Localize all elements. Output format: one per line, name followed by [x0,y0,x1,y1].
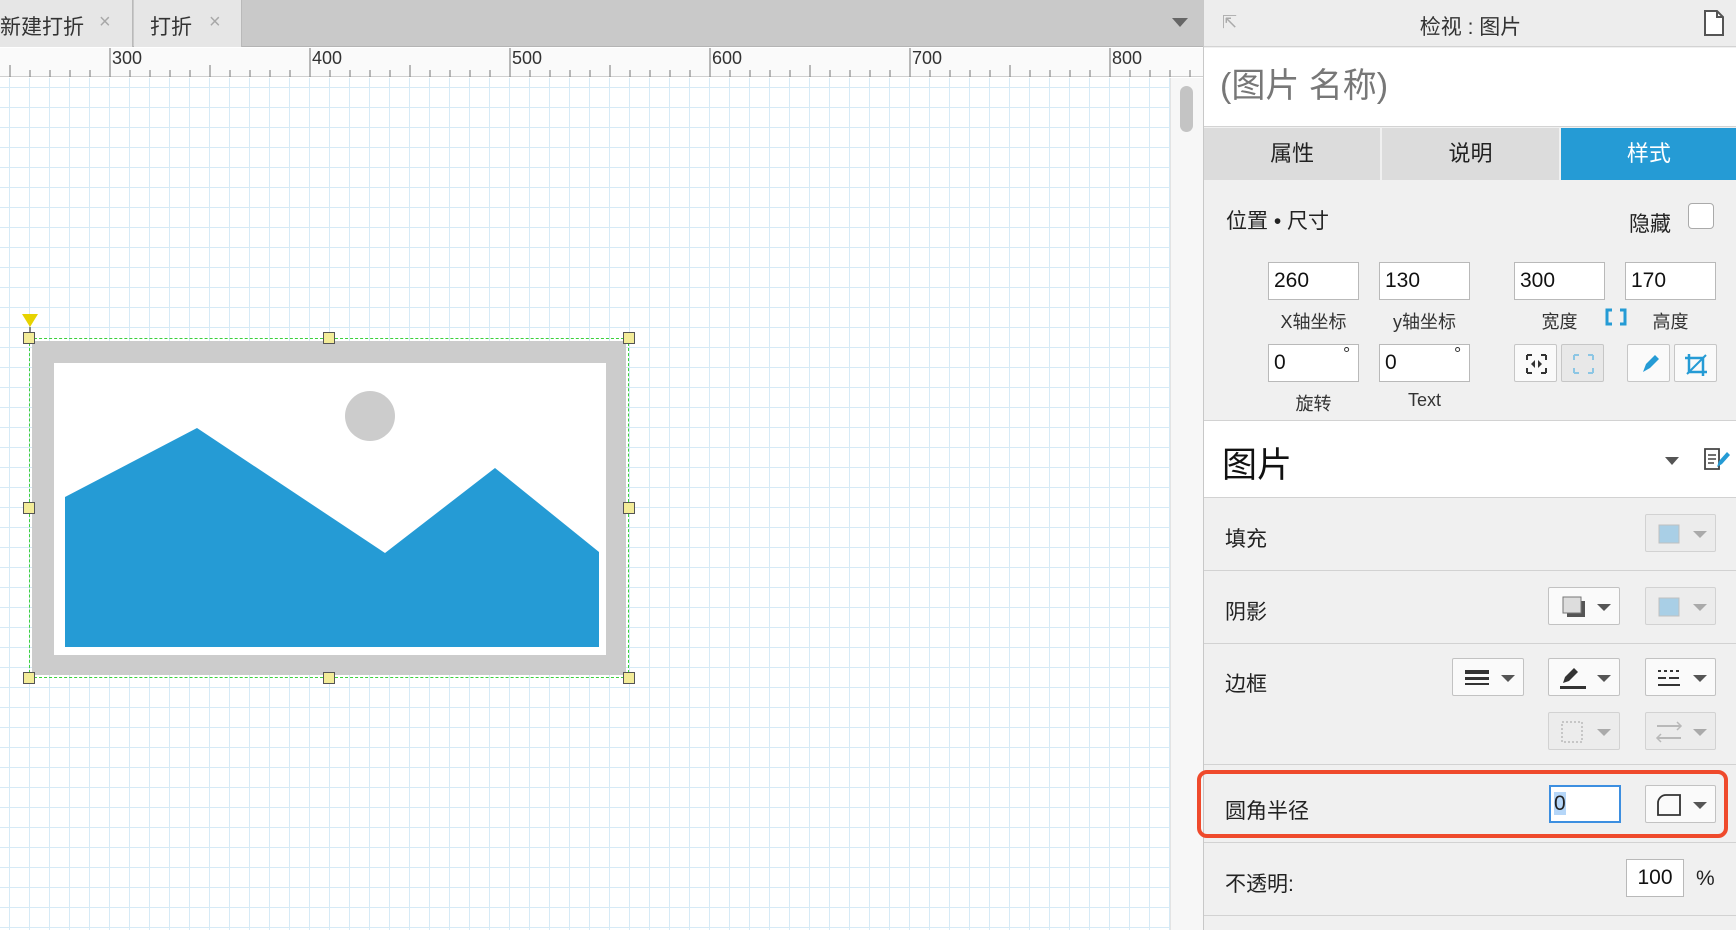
close-icon[interactable]: × [99,11,111,34]
chevron-down-icon[interactable] [1172,18,1188,27]
resize-handle-w[interactable] [23,502,35,514]
chevron-down-icon [1597,675,1611,682]
resize-handle-n[interactable] [323,332,335,344]
chevron-down-icon [1693,604,1707,611]
hidden-label: 隐藏 [1629,213,1671,236]
position-size-heading: 位置 • 尺寸 [1226,210,1330,233]
y-coordinate-input[interactable]: 130 [1379,262,1470,300]
chevron-down-icon [1597,604,1611,611]
chevron-down-icon [1693,729,1707,736]
mountain-image-icon [65,391,599,647]
resize-handle-nw[interactable] [23,332,35,344]
shadow-row: 阴影 [1204,571,1736,643]
fill-label: 填充 [1225,528,1267,551]
border-thickness-dropdown[interactable] [1452,658,1524,696]
outer-shadow-dropdown[interactable] [1548,587,1620,625]
pen-icon [1643,355,1659,372]
rotation-handle[interactable] [22,314,38,327]
close-icon[interactable]: × [209,11,221,34]
auto-fit-icon [1573,354,1594,374]
hidden-checkbox[interactable] [1688,203,1714,229]
chevron-down-icon [1693,675,1707,682]
resize-handle-e[interactable] [623,502,635,514]
crop-icon [1685,354,1707,376]
opacity-label: 不透明: [1225,873,1294,896]
tab-label: 打折 [150,16,192,39]
chevron-down-icon [1693,531,1707,538]
height-caption: 高度 [1652,312,1689,332]
image-widget[interactable] [29,338,629,678]
document-icon[interactable] [1703,10,1725,41]
opacity-row: 不透明: 100 % [1204,843,1736,915]
horizontal-ruler: 300 400 500 600 700 800 [0,48,1203,77]
chevron-down-icon [1597,729,1611,736]
width-caption: 宽度 [1541,312,1578,332]
sun-shape [345,391,395,441]
tab-page-2[interactable]: 打折 × [134,0,242,47]
fit-to-content-button[interactable] [1514,344,1557,382]
edit-style-icon[interactable] [1703,446,1731,477]
ruler-label: 300 [112,48,143,68]
ruler-label: 600 [712,48,743,68]
chevron-down-icon[interactable] [1665,457,1679,465]
x-coordinate-input[interactable]: 260 [1268,262,1359,300]
resize-handle-sw[interactable] [23,672,35,684]
edit-image-button[interactable] [1627,344,1670,382]
widget-name-input[interactable] [1220,64,1720,108]
divider [1204,915,1736,916]
crop-button[interactable] [1674,344,1717,382]
resize-handle-se[interactable] [623,672,635,684]
auto-fit-button[interactable] [1561,344,1604,382]
chevron-down-icon [1501,675,1515,682]
scrollbar-thumb[interactable] [1180,86,1193,132]
degree-unit: ° [1454,344,1462,364]
border-row: 边框 [1204,644,1736,764]
tab-page-1[interactable]: 新建打折 × [0,0,133,47]
image-placeholder-frame [32,341,626,675]
inner-shadow-dropdown[interactable] [1645,587,1716,625]
resize-handle-ne[interactable] [623,332,635,344]
ruler-label: 500 [512,48,543,68]
text-rotation-caption: Text [1407,390,1441,410]
ruler-ticks [9,48,1191,77]
ruler-label: 400 [312,48,343,68]
resize-handle-s[interactable] [323,672,335,684]
width-input[interactable]: 300 [1514,262,1605,300]
percent-unit: % [1696,867,1715,890]
image-placeholder [54,363,606,655]
tab-label: 新建打折 [0,16,84,39]
y-coordinate-caption: y轴坐标 [1393,312,1456,332]
lock-aspect-icon[interactable] [1605,307,1627,332]
degree-unit: ° [1343,344,1351,364]
fill-color-picker[interactable] [1645,514,1716,552]
mountain-shape [65,428,599,647]
tab-notes[interactable]: 说明 [1382,128,1561,180]
border-label: 边框 [1225,673,1267,696]
divider [1204,764,1736,765]
highlight-annotation [1197,770,1728,838]
border-pattern-dropdown[interactable] [1645,658,1716,696]
canvas-pane: 新建打折 × 打折 × 300 400 500 600 700 800 [0,0,1203,930]
x-coordinate-caption: X轴坐标 [1280,312,1347,332]
border-visibility-dropdown[interactable] [1548,712,1620,750]
shadow-label: 阴影 [1225,601,1267,624]
rotation-caption: 旋转 [1295,394,1332,414]
inspector-title: 检视 : 图片 [1419,16,1522,39]
style-name: 图片 [1222,446,1293,485]
fill-row: 填充 [1204,498,1736,570]
document-tab-bar: 新建打折 × 打折 × [0,0,1203,47]
widget-name-field [1204,48,1736,127]
arrow-style-dropdown[interactable] [1645,712,1716,750]
opacity-input[interactable]: 100 [1626,859,1684,897]
height-input[interactable]: 170 [1625,262,1716,300]
ruler-label: 800 [1112,48,1143,68]
style-select-row: 图片 [1204,421,1736,497]
fit-content-icon [1526,354,1547,374]
inspector-tabs: 属性 说明 样式 [1204,128,1736,180]
border-color-dropdown[interactable] [1548,658,1620,696]
tab-style[interactable]: 样式 [1560,128,1736,180]
inspector-header: ⇱ 检视 : 图片 [1204,0,1736,47]
ruler-label: 700 [912,48,943,68]
tab-properties[interactable]: 属性 [1204,128,1383,180]
